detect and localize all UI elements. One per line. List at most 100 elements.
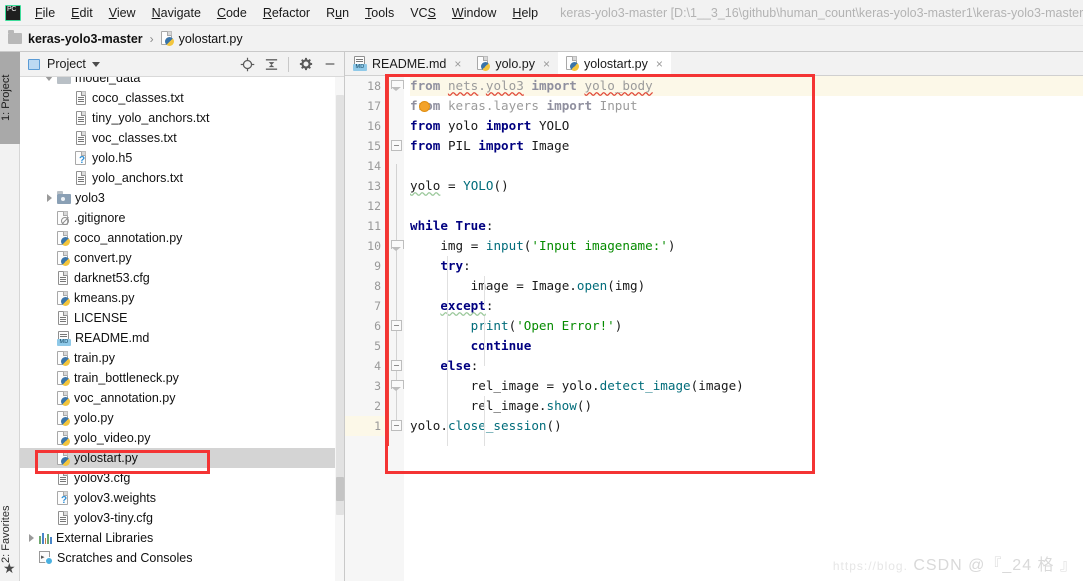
menu-item-tools[interactable]: Tools: [357, 3, 402, 23]
menu-item-navigate[interactable]: Navigate: [144, 3, 209, 23]
editor-tab-yolo-py[interactable]: yolo.py ×: [469, 52, 558, 75]
menu-item-file[interactable]: File: [27, 3, 63, 23]
tree-item-readme-md[interactable]: MD README.md: [20, 328, 345, 348]
code-line-14[interactable]: continue: [410, 336, 1083, 356]
chevron-right-icon[interactable]: [44, 193, 55, 204]
code-line-15[interactable]: else:: [410, 356, 1083, 376]
project-tree[interactable]: model_data coco_classes.txt tiny_yolo_anch…: [20, 77, 345, 581]
code-line-2[interactable]: from keras.layers import Input: [410, 96, 1083, 116]
line-number: 8: [374, 279, 381, 293]
tree-item-coco-annotation-py[interactable]: coco_annotation.py: [20, 228, 345, 248]
breadcrumb-root[interactable]: keras-yolo3-master: [28, 32, 143, 46]
star-icon: ★: [3, 560, 16, 576]
code-line-18[interactable]: yolo.close_session(): [410, 416, 1083, 436]
fold-marker-line-1[interactable]: [391, 80, 404, 91]
editor-tab-readme-md[interactable]: MD README.md ×: [345, 52, 470, 75]
fold-marker-line-12[interactable]: [391, 320, 402, 331]
code-folding-gutter[interactable]: [389, 76, 404, 581]
menu-item-view[interactable]: View: [101, 3, 144, 23]
menu-item-code[interactable]: Code: [209, 3, 255, 23]
close-icon[interactable]: ×: [543, 57, 550, 71]
fold-marker-line-15[interactable]: [391, 380, 404, 391]
code-line-5[interactable]: [410, 156, 1083, 176]
tree-item--gitignore[interactable]: .gitignore: [20, 208, 345, 228]
code-line-11[interactable]: image = Image.open(img): [410, 276, 1083, 296]
tree-item-yolov3-weights[interactable]: ? yolov3.weights: [20, 488, 345, 508]
menu-item-edit[interactable]: Edit: [63, 3, 101, 23]
tree-item-tiny-yolo-anchors-txt[interactable]: tiny_yolo_anchors.txt: [20, 108, 345, 128]
tree-item-scratches-and-consoles[interactable]: ▸ Scratches and Consoles: [20, 548, 345, 568]
fold-marker-line-8[interactable]: [391, 240, 404, 251]
menu-item-run[interactable]: Run: [318, 3, 357, 23]
tree-item-kmeans-py[interactable]: kmeans.py: [20, 288, 345, 308]
scrollbar-thumb[interactable]: [336, 477, 344, 501]
tree-item-voc-classes-txt[interactable]: voc_classes.txt: [20, 128, 345, 148]
code-line-13[interactable]: print('Open Error!'): [410, 316, 1083, 336]
chevron-down-icon[interactable]: [44, 77, 55, 84]
code-token: yolo: [561, 378, 593, 393]
close-icon[interactable]: ×: [454, 57, 461, 71]
line-number: 4: [374, 359, 381, 373]
tree-item-yolov3-cfg[interactable]: yolov3.cfg: [20, 468, 345, 488]
tree-item-yolov3-tiny-cfg[interactable]: yolov3-tiny.cfg: [20, 508, 345, 528]
code-line-4[interactable]: from PIL import Image: [410, 136, 1083, 156]
chevron-right-icon[interactable]: [26, 533, 37, 544]
tree-item-convert-py[interactable]: convert.py: [20, 248, 345, 268]
code-line-9[interactable]: img = input('Input imagename:'): [410, 236, 1083, 256]
tree-item-yolo3[interactable]: yolo3: [20, 188, 345, 208]
code-content[interactable]: from nets.yolo3 import yolo_bodyfrom ker…: [404, 76, 1083, 581]
fold-marker-line-14[interactable]: [391, 360, 402, 371]
tree-item-yolostart-py[interactable]: yolostart.py: [20, 448, 345, 468]
code-editor[interactable]: 18 17 16 15 14 13 12 11 10 9 8 7 6 5 4 3 2 1 from nets.yo…: [345, 76, 1083, 581]
tree-item-train-bottleneck-py[interactable]: train_bottleneck.py: [20, 368, 345, 388]
code-token: from: [410, 118, 441, 133]
sidebar-tab-project[interactable]: 1: Project: [0, 52, 20, 144]
code-line-6[interactable]: yolo = YOLO(): [410, 176, 1083, 196]
tree-item-label: .gitignore: [74, 211, 126, 225]
fold-marker-line-4[interactable]: [391, 140, 402, 151]
tree-item-label: LICENSE: [74, 311, 128, 325]
tree-item-yolo-py[interactable]: yolo.py: [20, 408, 345, 428]
tree-item-yolo-video-py[interactable]: yolo_video.py: [20, 428, 345, 448]
code-line-12[interactable]: except:: [410, 296, 1083, 316]
menu-item-window[interactable]: Window: [444, 3, 504, 23]
code-line-7[interactable]: [410, 196, 1083, 216]
gear-icon[interactable]: [295, 53, 317, 75]
markdown-file-icon: MD: [57, 330, 71, 346]
code-line-17[interactable]: rel_image.show(): [410, 396, 1083, 416]
tree-item-external-libraries[interactable]: External Libraries: [20, 528, 345, 548]
code-line-10[interactable]: try:: [410, 256, 1083, 276]
tree-item-darknet53-cfg[interactable]: darknet53.cfg: [20, 268, 345, 288]
breadcrumb-leaf[interactable]: yolostart.py: [179, 32, 243, 46]
locate-target-icon[interactable]: [236, 53, 258, 75]
tree-item-yolo-h5[interactable]: ? yolo.h5: [20, 148, 345, 168]
tree-item-license[interactable]: LICENSE: [20, 308, 345, 328]
menu-item-help[interactable]: Help: [504, 3, 546, 23]
editor-tab-label: yolostart.py: [583, 56, 648, 71]
minimize-icon[interactable]: [319, 53, 341, 75]
left-tool-strip: 1: Project 2: Favorites ★: [0, 52, 20, 581]
fold-marker-line-17[interactable]: [391, 420, 402, 431]
tree-item-model-data[interactable]: model_data: [20, 77, 345, 88]
close-icon[interactable]: ×: [656, 57, 663, 71]
menu-item-vcs[interactable]: VCS: [402, 3, 444, 23]
tree-item-yolo-anchors-txt[interactable]: yolo_anchors.txt: [20, 168, 345, 188]
code-token: print: [470, 318, 509, 333]
tree-item-coco-classes-txt[interactable]: coco_classes.txt: [20, 88, 345, 108]
tree-item-voc-annotation-py[interactable]: voc_annotation.py: [20, 388, 345, 408]
tree-item-train-py[interactable]: train.py: [20, 348, 345, 368]
editor-tab-yolostart-py[interactable]: yolostart.py ×: [557, 52, 671, 76]
code-line-16[interactable]: rel_image = yolo.detect_image(image): [410, 376, 1083, 396]
text-file-icon: [57, 270, 70, 286]
chevron-down-icon[interactable]: [91, 61, 100, 67]
tree-item-label: model_data: [75, 77, 141, 85]
breakpoint-suggestion-icon[interactable]: [419, 101, 430, 112]
code-line-3[interactable]: from yolo import YOLO: [410, 116, 1083, 136]
menu-item-refactor[interactable]: Refactor: [255, 3, 318, 23]
collapse-all-icon[interactable]: [260, 53, 282, 75]
code-line-8[interactable]: while True:: [410, 216, 1083, 236]
code-token: yolo: [410, 178, 441, 193]
editor-tab-label: yolo.py: [495, 56, 535, 71]
code-line-1[interactable]: from nets.yolo3 import yolo_body: [410, 76, 1083, 96]
